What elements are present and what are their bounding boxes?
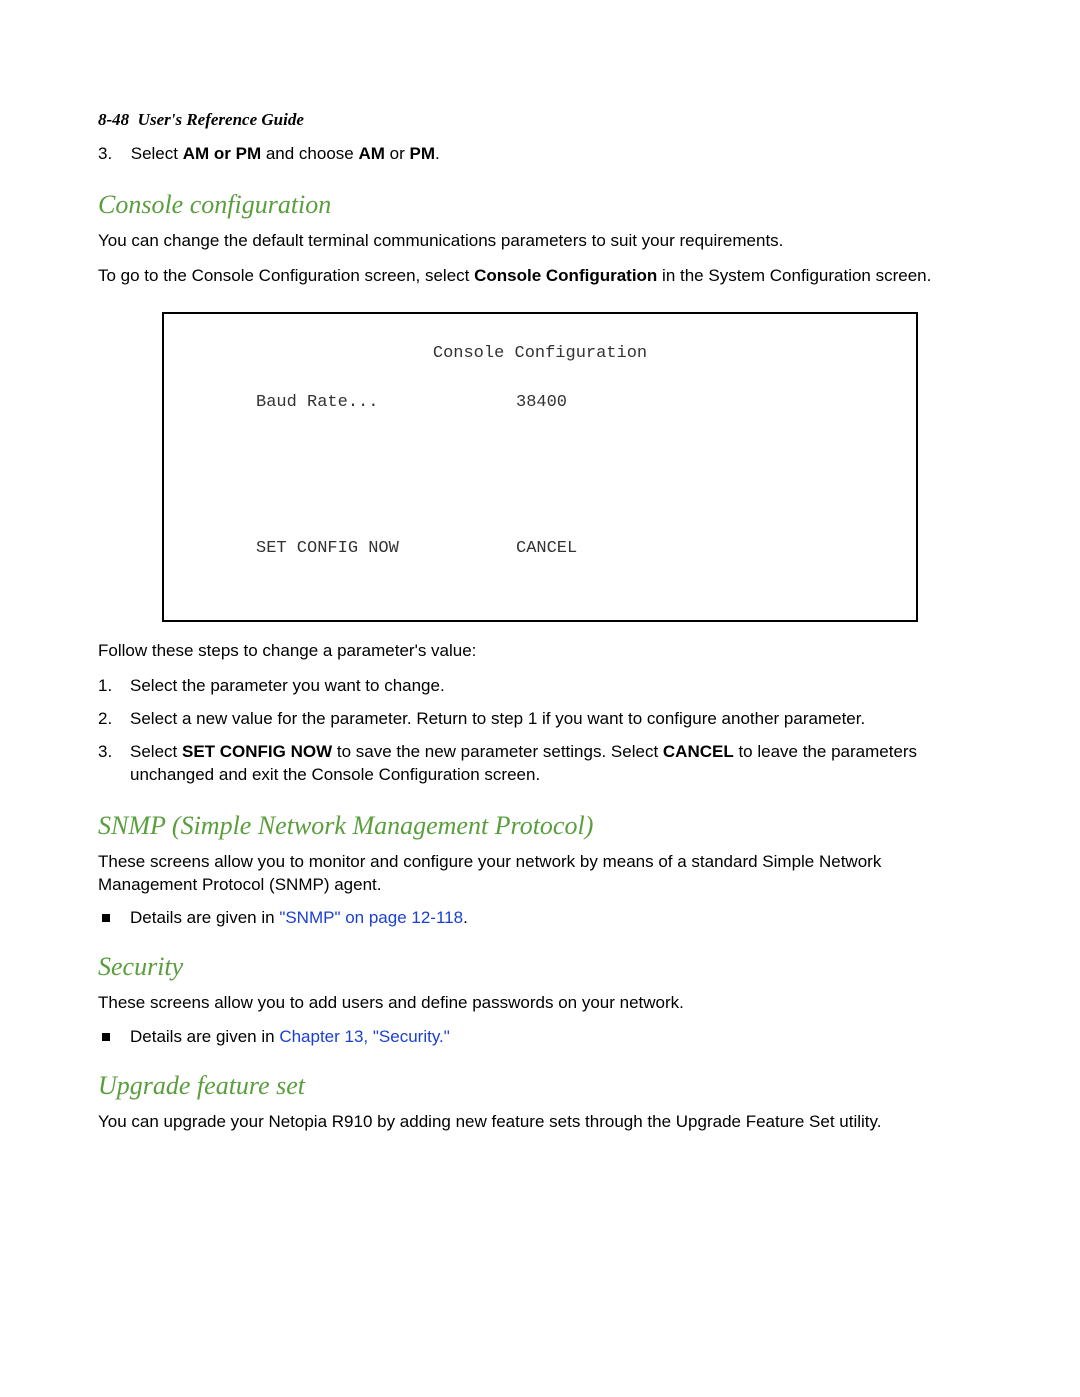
baud-rate-value: 38400 <box>516 393 567 412</box>
bullet-item: Details are given in "SNMP" on page 12-1… <box>98 908 982 928</box>
para2-pre: To go to the Console Configuration scree… <box>98 266 474 285</box>
console-para-2: To go to the Console Configuration scree… <box>98 265 982 288</box>
step3b-mid: to save the new parameter settings. Sele… <box>332 742 663 761</box>
step3b-b2: CANCEL <box>663 742 734 761</box>
page-header: 8-48 User's Reference Guide <box>98 110 982 130</box>
bullet-text: Details are given in "SNMP" on page 12-1… <box>130 908 468 928</box>
baud-rate-label: Baud Rate... <box>256 393 516 412</box>
cancel-label: CANCEL <box>516 539 577 558</box>
intro-step-3: 3. Select AM or PM and choose AM or PM. <box>98 144 982 164</box>
bullet-post: . <box>463 908 468 927</box>
terminal-title: Console Configuration <box>194 344 886 363</box>
heading-security: Security <box>98 952 982 982</box>
step-item: 1. Select the parameter you want to chan… <box>98 675 982 698</box>
steps-list: 1. Select the parameter you want to chan… <box>98 675 982 787</box>
bullet-pre: Details are given in <box>130 908 279 927</box>
security-bullets: Details are given in Chapter 13, "Securi… <box>98 1027 982 1047</box>
security-para: These screens allow you to add users and… <box>98 992 982 1015</box>
snmp-link[interactable]: "SNMP" on page 12-118 <box>279 908 463 927</box>
upgrade-para: You can upgrade your Netopia R910 by add… <box>98 1111 982 1134</box>
snmp-para: These screens allow you to monitor and c… <box>98 851 982 897</box>
step-number: 3. <box>98 144 126 164</box>
square-bullet-icon <box>102 1033 110 1041</box>
para2-bold: Console Configuration <box>474 266 657 285</box>
step-text-prefix: Select <box>131 144 183 163</box>
step-bold-1: AM or PM <box>183 144 261 163</box>
step-text-or: or <box>385 144 410 163</box>
page-ref: 8-48 <box>98 110 129 129</box>
step-bold-2: AM <box>358 144 384 163</box>
step-text-mid: and choose <box>261 144 358 163</box>
step-item: 3. Select SET CONFIG NOW to save the new… <box>98 741 982 787</box>
follow-intro: Follow these steps to change a parameter… <box>98 640 982 663</box>
bullet-pre: Details are given in <box>130 1027 279 1046</box>
guide-title: User's Reference Guide <box>138 110 304 129</box>
step3b-b1: SET CONFIG NOW <box>182 742 332 761</box>
step-item: 2. Select a new value for the parameter.… <box>98 708 982 731</box>
document-page: 8-48 User's Reference Guide 3. Select AM… <box>0 0 1080 1397</box>
step-text-end: . <box>435 144 440 163</box>
snmp-bullets: Details are given in "SNMP" on page 12-1… <box>98 908 982 928</box>
step-number: 3. <box>98 741 130 787</box>
step3b-pre: Select <box>130 742 182 761</box>
square-bullet-icon <box>102 914 110 922</box>
step-number: 1. <box>98 675 130 698</box>
heading-upgrade: Upgrade feature set <box>98 1071 982 1101</box>
terminal-actions: SET CONFIG NOW CANCEL <box>194 539 886 558</box>
terminal-baud-row: Baud Rate... 38400 <box>256 393 886 412</box>
step-number: 2. <box>98 708 130 731</box>
security-link[interactable]: Chapter 13, "Security." <box>279 1027 450 1046</box>
step-text: Select SET CONFIG NOW to save the new pa… <box>130 741 982 787</box>
heading-snmp: SNMP (Simple Network Management Protocol… <box>98 811 982 841</box>
step-text: Select the parameter you want to change. <box>130 675 982 698</box>
terminal-screenshot: Console Configuration Baud Rate... 38400… <box>162 312 918 622</box>
bullet-text: Details are given in Chapter 13, "Securi… <box>130 1027 450 1047</box>
step-text: Select a new value for the parameter. Re… <box>130 708 982 731</box>
para2-post: in the System Configuration screen. <box>657 266 931 285</box>
step-bold-3: PM <box>409 144 435 163</box>
set-config-now-label: SET CONFIG NOW <box>256 539 516 558</box>
heading-console-configuration: Console configuration <box>98 190 982 220</box>
bullet-item: Details are given in Chapter 13, "Securi… <box>98 1027 982 1047</box>
console-para-1: You can change the default terminal comm… <box>98 230 982 253</box>
